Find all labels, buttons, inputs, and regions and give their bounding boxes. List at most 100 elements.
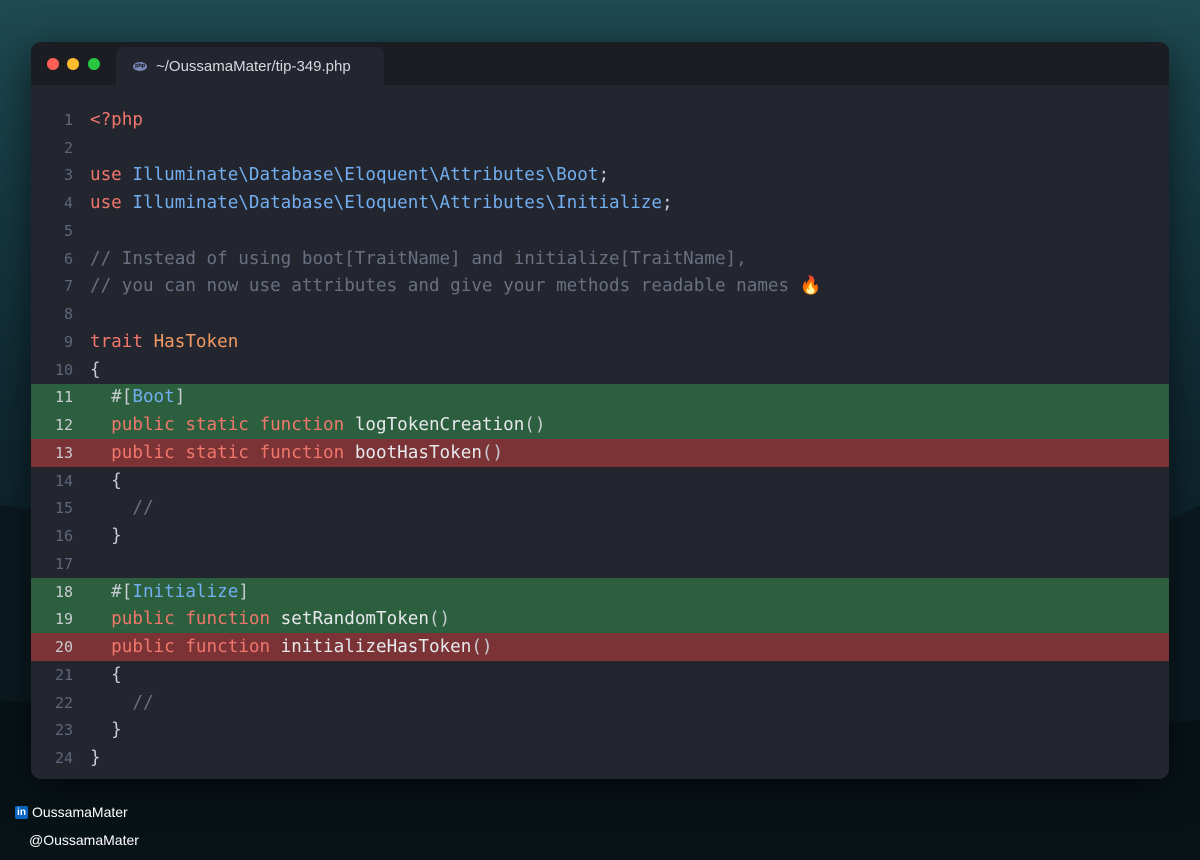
line-code: { — [90, 665, 122, 685]
line-number: 8 — [63, 305, 73, 324]
code-line: 14 { — [31, 467, 1169, 495]
code-line: 11 #[Boot] — [31, 383, 1169, 412]
line-code: // — [90, 498, 154, 519]
maximize-window-button[interactable] — [88, 58, 100, 70]
line-number: 1 — [63, 110, 73, 129]
linkedin-icon: in — [15, 805, 28, 819]
x-credit: @OussamaMater — [29, 832, 139, 848]
code-line: 22 // — [31, 689, 1169, 717]
code-token: () — [481, 442, 504, 463]
line-number: 23 — [54, 721, 73, 740]
code-token: initializeHasToken — [280, 637, 472, 658]
code-token: setRandomToken — [280, 609, 429, 630]
code-line: 8 — [31, 300, 1169, 328]
code-line: 9 trait HasToken — [31, 328, 1169, 356]
line-number: 11 — [54, 388, 73, 407]
code-line: 23 } — [31, 717, 1169, 745]
code-token: #[ — [90, 387, 133, 408]
line-code: } — [90, 748, 101, 768]
line-code: } — [90, 526, 122, 546]
code-line: 13 public static function bootHasToken() — [31, 439, 1169, 467]
code-token: ] — [174, 387, 186, 408]
line-number: 15 — [54, 499, 73, 518]
code-line: 7 // you can now use attributes and give … — [31, 273, 1169, 301]
line-code: } — [90, 720, 122, 740]
code-token: public static function — [90, 442, 355, 463]
code-line: 18 #[Initialize] — [31, 577, 1169, 606]
code-token: <?php — [90, 109, 143, 130]
line-number: 18 — [54, 582, 73, 601]
code-line: 2 — [31, 134, 1169, 162]
window-titlebar: php ~/OussamaMater/tip-349.php — [31, 42, 1169, 85]
line-number: 21 — [54, 665, 73, 684]
line-number: 16 — [54, 527, 73, 546]
code-token: } — [90, 526, 122, 547]
line-code: use Illuminate\Database\Eloquent\Attribu… — [90, 165, 609, 185]
line-code: // — [90, 692, 154, 713]
code-token: Initialize — [132, 581, 239, 602]
code-line: 16 } — [31, 522, 1169, 550]
line-number: 9 — [63, 332, 73, 351]
code-token: } — [90, 720, 122, 741]
code-line: 24} — [31, 744, 1169, 772]
code-token: bootHasToken — [354, 442, 482, 463]
code-token: () — [471, 637, 493, 658]
code-token: trait — [90, 331, 154, 352]
line-code: <?php — [90, 110, 143, 130]
code-token: () — [524, 415, 546, 436]
x-handle: @OussamaMater — [29, 832, 139, 848]
code-token: () — [428, 609, 451, 630]
line-number: 4 — [63, 194, 73, 213]
line-number: 13 — [54, 443, 73, 462]
line-number: 10 — [54, 360, 73, 379]
close-window-button[interactable] — [47, 58, 59, 70]
line-code: // Instead of using boot[TraitName] and … — [90, 249, 747, 269]
code-editor: 1 <?php 2 3 use Illuminate\Database\Eloquent… — [31, 106, 1169, 772]
code-token: // — [90, 498, 154, 519]
tab-title: ~/OussamaMater/tip-349.php — [156, 57, 351, 75]
code-token: { — [90, 359, 101, 380]
file-tab[interactable]: php ~/OussamaMater/tip-349.php — [116, 47, 384, 85]
code-token: Illuminate\Database\Eloquent\Attributes\… — [132, 193, 662, 214]
php-icon: php — [133, 61, 147, 71]
line-number: 3 — [63, 166, 73, 185]
code-token: ] — [238, 581, 249, 602]
code-line: 1 <?php — [31, 106, 1169, 134]
line-number: 22 — [54, 693, 73, 712]
code-token: #[ — [90, 581, 133, 602]
code-token: ; — [662, 193, 673, 214]
line-number: 12 — [54, 416, 73, 435]
code-line: 20 public function initializeHasToken() — [31, 633, 1169, 661]
code-token: public static function — [90, 415, 355, 436]
line-number: 19 — [54, 610, 73, 629]
line-code: #[Initialize] — [90, 582, 249, 602]
line-number: 17 — [54, 554, 73, 573]
code-line: 6 // Instead of using boot[TraitName] and… — [31, 245, 1169, 273]
code-token: // Instead of using boot[TraitName] and … — [90, 248, 747, 269]
line-code: #[Boot] — [90, 387, 185, 407]
line-number: 20 — [54, 638, 73, 657]
code-token: public function — [90, 637, 281, 658]
code-line: 17 — [31, 550, 1169, 578]
code-line: 21 { — [31, 661, 1169, 689]
line-number: 7 — [63, 277, 73, 296]
line-number: 6 — [63, 249, 73, 268]
code-window: php ~/OussamaMater/tip-349.php 1 <?php 2 3 u… — [31, 42, 1169, 779]
code-line: 4 use Illuminate\Database\Eloquent\Attrib… — [31, 189, 1169, 217]
code-token: { — [90, 664, 122, 685]
line-code: { — [90, 471, 122, 491]
linkedin-handle: OussamaMater — [32, 804, 128, 820]
code-line: 5 — [31, 217, 1169, 245]
code-token: use — [90, 165, 133, 186]
line-number: 2 — [63, 138, 73, 157]
line-code: // you can now use attributes and give y… — [90, 276, 822, 296]
code-token: { — [90, 470, 122, 491]
code-token: use — [90, 193, 133, 214]
minimize-window-button[interactable] — [67, 58, 79, 70]
code-token: HasToken — [153, 331, 239, 352]
code-line: 15 // — [31, 495, 1169, 523]
line-code: use Illuminate\Database\Eloquent\Attribu… — [90, 193, 673, 213]
code-token: // — [90, 692, 154, 713]
line-number: 24 — [54, 749, 73, 768]
code-token: Illuminate\Database\Eloquent\Attributes\… — [132, 165, 599, 186]
